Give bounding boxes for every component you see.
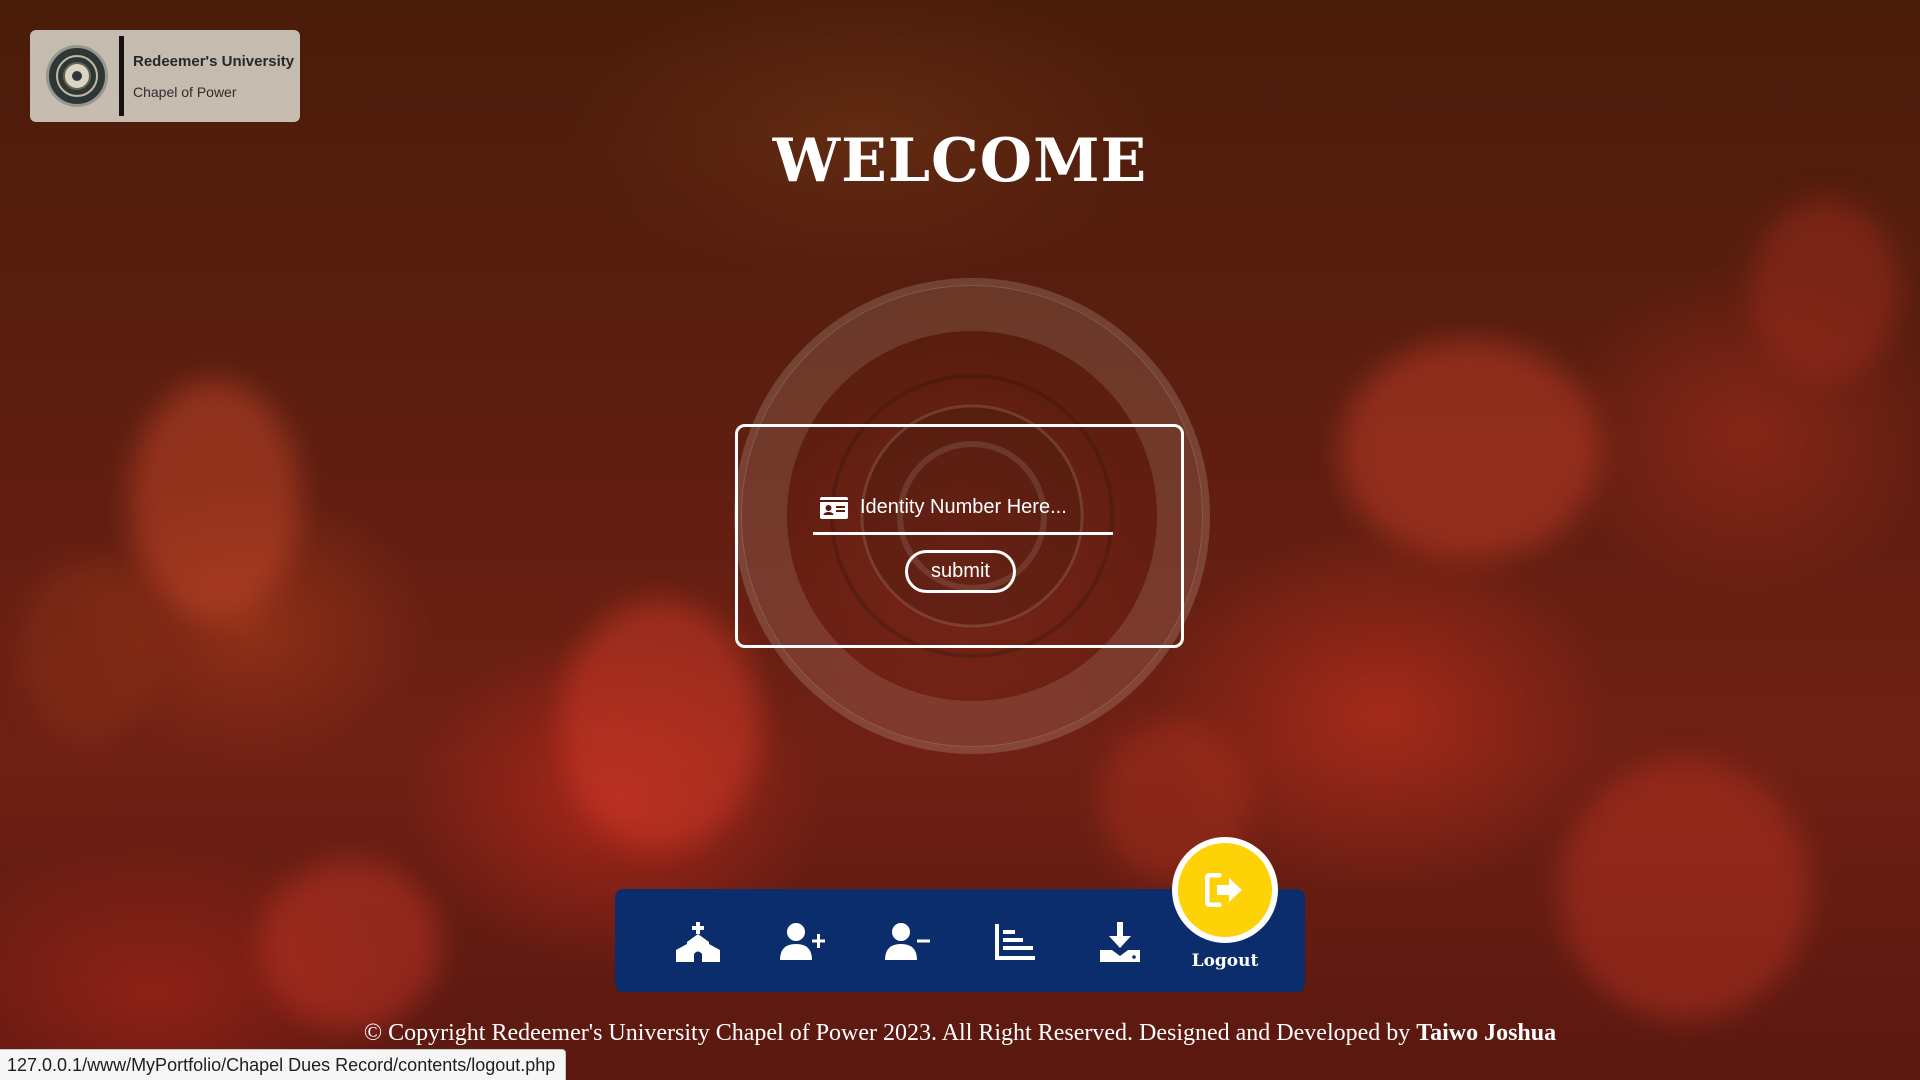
author-name: Taiwo Joshua (1416, 1020, 1557, 1046)
logo-subtitle: Chapel of Power (133, 83, 237, 100)
logo-divider (119, 36, 124, 116)
identity-field[interactable] (813, 483, 1113, 535)
logout-item: Logout (1170, 837, 1280, 971)
copyright-text: © Copyright Redeemer's University Chapel… (363, 1020, 1417, 1046)
bottom-nav: Logout (615, 837, 1305, 992)
footer-copyright: © Copyright Redeemer's University Chapel… (0, 1020, 1920, 1047)
logout-button[interactable] (1172, 837, 1278, 943)
user-plus-icon[interactable] (776, 919, 832, 965)
university-seal-icon (46, 45, 108, 107)
user-minus-icon[interactable] (881, 919, 937, 965)
logout-label[interactable]: Logout (1170, 951, 1280, 971)
id-card-icon (820, 496, 848, 519)
submit-button[interactable]: submit (905, 550, 1016, 593)
identity-number-input[interactable] (860, 496, 1110, 519)
church-icon[interactable] (670, 919, 726, 965)
welcome-heading: WELCOME (772, 126, 1148, 196)
browser-status-url: 127.0.0.1/www/MyPortfolio/Chapel Dues Re… (0, 1049, 567, 1080)
bar-chart-icon[interactable] (987, 919, 1043, 965)
identity-form: submit (735, 424, 1184, 648)
logout-icon (1205, 873, 1242, 907)
logo-text: Redeemer's University Chapel of Power (133, 53, 294, 100)
download-icon[interactable] (1092, 919, 1148, 965)
logo-title: Redeemer's University (133, 52, 295, 70)
university-logo-card[interactable]: Redeemer's University Chapel of Power (30, 30, 300, 122)
